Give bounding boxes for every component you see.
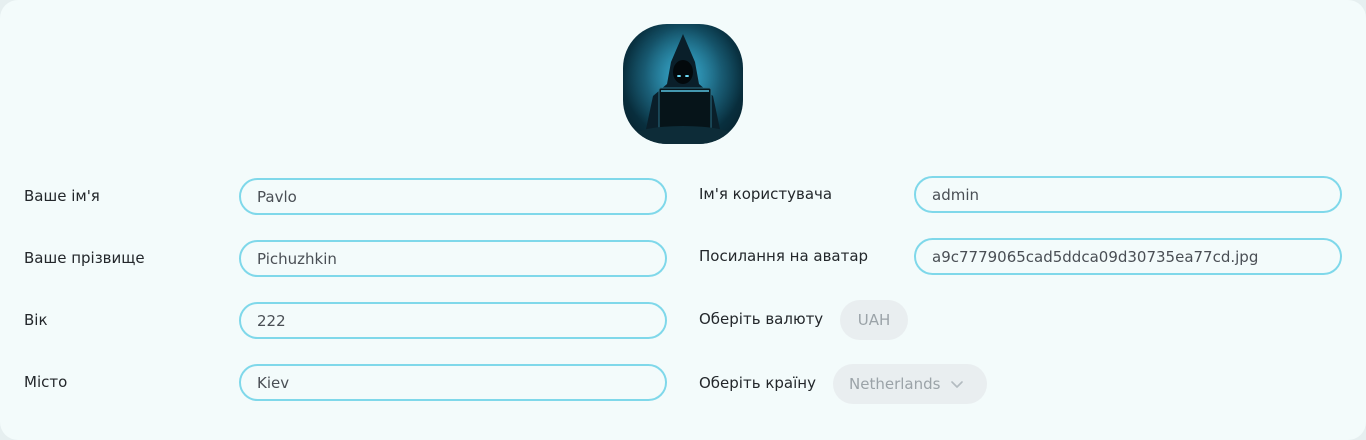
currency-label: Оберіть валюту: [699, 310, 824, 328]
chevron-down-icon: [951, 381, 964, 388]
country-label: Оберіть країну: [699, 374, 816, 392]
age-input[interactable]: [239, 302, 667, 339]
age-label: Вік: [24, 311, 48, 329]
last-name-input[interactable]: [239, 240, 667, 277]
profile-card: Ваше ім'я Ваше прізвище Вік Місто Ім'я к…: [0, 0, 1366, 440]
last-name-label: Ваше прізвище: [24, 249, 145, 267]
country-select[interactable]: Netherlands: [833, 364, 987, 404]
currency-value: UAH: [857, 311, 891, 329]
avatar-link-input[interactable]: [914, 238, 1342, 275]
city-label: Місто: [24, 373, 68, 391]
username-input[interactable]: [914, 176, 1342, 213]
hooded-hacker-icon: [623, 24, 743, 144]
avatar-link-label: Посилання на аватар: [699, 247, 869, 265]
currency-select[interactable]: UAH: [840, 300, 908, 340]
country-value: Netherlands: [849, 375, 941, 393]
city-input[interactable]: [239, 364, 667, 401]
username-label: Ім'я користувача: [699, 185, 833, 203]
profile-avatar[interactable]: [623, 24, 743, 144]
first-name-label: Ваше ім'я: [24, 187, 100, 205]
first-name-input[interactable]: [239, 178, 667, 215]
